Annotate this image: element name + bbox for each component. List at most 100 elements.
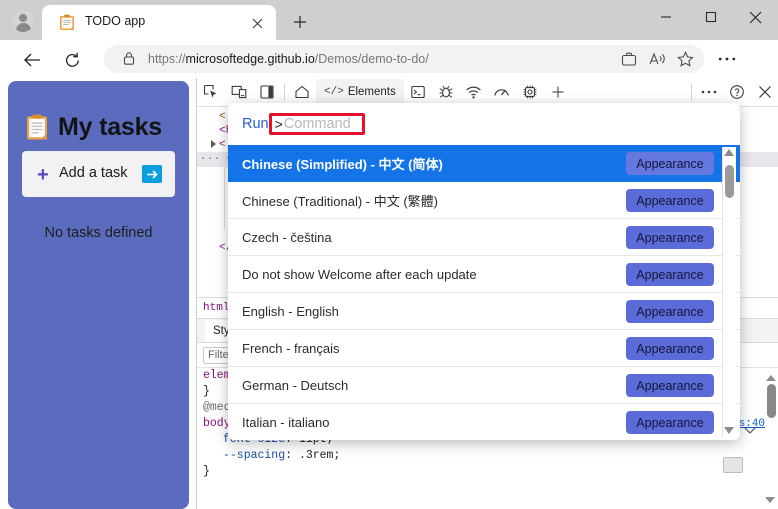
- todo-header: My tasks: [26, 106, 181, 148]
- list-item-label: French - français: [242, 340, 340, 356]
- list-item[interactable]: German - Deutsch Appearance: [228, 367, 740, 404]
- sources-debug-icon[interactable]: [432, 79, 460, 106]
- url-scheme: https://: [148, 52, 186, 66]
- close-icon: [749, 11, 762, 23]
- command-palette-input-row: Run > Command: [228, 103, 740, 145]
- command-palette[interactable]: Run > Command Chinese (Simplified) - 中文 …: [228, 103, 740, 440]
- status-badge: Appearance: [626, 226, 714, 249]
- styles-toggle-chip[interactable]: [723, 457, 743, 473]
- dom-row-menu-icon[interactable]: ···: [200, 152, 221, 167]
- command-palette-scrollbar[interactable]: [722, 147, 736, 438]
- arrow-right-icon[interactable]: [142, 165, 162, 183]
- address-bar[interactable]: https://microsoftedge.github.io/Demos/de…: [104, 45, 704, 73]
- list-item-label: German - Deutsch: [242, 377, 349, 393]
- favorite-star-icon[interactable]: [672, 49, 698, 69]
- tab-elements-label: Elements: [347, 86, 396, 98]
- url-path: /Demos/demo-to-do/: [314, 52, 429, 66]
- add-task-placeholder: Add a task: [59, 165, 128, 181]
- list-item[interactable]: Italian - italiano Appearance: [228, 404, 740, 440]
- clipboard-icon: [26, 114, 48, 141]
- list-item-label: Czech - čeština: [242, 229, 332, 245]
- new-tab-button[interactable]: [286, 9, 314, 35]
- css-rule-close-brace: }: [203, 465, 210, 478]
- home-icon[interactable]: [288, 79, 316, 106]
- clipboard-icon: [59, 14, 75, 31]
- ellipsis-horizontal-icon[interactable]: [695, 79, 723, 106]
- performance-icon[interactable]: [488, 79, 516, 106]
- scrollbar-thumb[interactable]: [724, 165, 734, 198]
- device-emulation-icon[interactable]: [225, 79, 253, 106]
- scroll-down-arrow-icon[interactable]: [765, 497, 775, 503]
- browser-settings-button[interactable]: [713, 48, 741, 70]
- list-item[interactable]: French - français Appearance: [228, 330, 740, 367]
- help-question-icon[interactable]: [723, 79, 751, 106]
- command-palette-list[interactable]: Chinese (Simplified) - 中文 (简体) Appearanc…: [228, 145, 740, 440]
- briefcase-icon[interactable]: [616, 49, 642, 69]
- close-window-button[interactable]: [733, 0, 778, 34]
- empty-state-message: No tasks defined: [44, 225, 153, 241]
- list-item[interactable]: English - English Appearance: [228, 293, 740, 330]
- window-controls: [643, 0, 778, 40]
- close-icon[interactable]: [248, 14, 266, 32]
- address-bar-url: https://microsoftedge.github.io/Demos/de…: [148, 50, 429, 68]
- minimize-icon: [660, 16, 671, 18]
- memory-icon[interactable]: [516, 79, 544, 106]
- plus-icon: +: [37, 164, 49, 186]
- inspect-element-icon[interactable]: [197, 79, 225, 106]
- close-icon[interactable]: [751, 79, 778, 106]
- reload-icon: [65, 52, 79, 67]
- avatar: [12, 10, 34, 32]
- more-tools-plus-icon[interactable]: [544, 79, 572, 106]
- css-declaration[interactable]: --spacing: .3rem;: [197, 448, 778, 464]
- list-item-label: English - English: [242, 303, 339, 319]
- command-prompt-char: >: [274, 116, 283, 132]
- console-icon[interactable]: [404, 79, 432, 106]
- scroll-down-arrow-icon[interactable]: [724, 427, 734, 434]
- expand-triangle-icon[interactable]: [211, 140, 216, 149]
- scroll-up-arrow-icon[interactable]: [766, 375, 776, 381]
- browser-window: TODO app https://microsoftedge.github.io…: [0, 0, 778, 509]
- browser-tab[interactable]: TODO app: [42, 5, 276, 40]
- page-title: My tasks: [58, 112, 163, 141]
- breadcrumb-item-html[interactable]: html: [203, 302, 229, 314]
- scrollbar-thumb[interactable]: [766, 384, 776, 418]
- status-badge: Appearance: [626, 374, 714, 397]
- dock-side-icon[interactable]: [253, 79, 281, 106]
- status-badge: Appearance: [626, 152, 714, 175]
- list-item-label: Chinese (Simplified) - 中文 (简体): [242, 156, 443, 172]
- list-item-label: Chinese (Traditional) - 中文 (繁體): [242, 193, 439, 209]
- list-item[interactable]: Czech - čeština Appearance: [228, 219, 740, 256]
- todo-app-card: My tasks + Add a task No tasks defined: [8, 81, 189, 509]
- network-icon[interactable]: [460, 79, 488, 106]
- status-badge: Appearance: [626, 300, 714, 323]
- command-input[interactable]: > Command: [268, 113, 365, 135]
- ellipsis-horizontal-icon: [718, 57, 736, 61]
- plus-icon: [294, 16, 306, 28]
- back-button[interactable]: [20, 48, 44, 72]
- list-item-label: Do not show Welcome after each update: [242, 266, 477, 282]
- maximize-button[interactable]: [688, 0, 733, 34]
- tab-elements[interactable]: </> Elements: [316, 78, 404, 106]
- run-label: Run: [242, 116, 269, 132]
- devtools-scrollbar[interactable]: [765, 375, 777, 505]
- profile-button[interactable]: [6, 6, 40, 36]
- devtools-toolbar-right: [688, 79, 778, 106]
- tab-title: TODO app: [85, 14, 146, 28]
- status-badge: Appearance: [626, 189, 714, 212]
- css-property-value: .3rem;: [298, 449, 341, 462]
- url-host: microsoftedge.github.io: [185, 52, 315, 66]
- lock-icon[interactable]: [122, 51, 138, 67]
- chevron-down-icon[interactable]: [743, 425, 757, 439]
- maximize-icon: [705, 11, 716, 23]
- devtools-scroll-down-button[interactable]: [765, 497, 775, 503]
- list-item[interactable]: Chinese (Traditional) - 中文 (繁體) Appearan…: [228, 182, 740, 219]
- minimize-button[interactable]: [643, 0, 688, 34]
- read-aloud-icon[interactable]: [644, 49, 670, 69]
- command-input-placeholder: Command: [283, 116, 351, 132]
- list-item[interactable]: Chinese (Simplified) - 中文 (简体) Appearanc…: [228, 145, 740, 182]
- toolbar-divider-right: [691, 83, 692, 101]
- list-item[interactable]: Do not show Welcome after each update Ap…: [228, 256, 740, 293]
- add-task-input[interactable]: + Add a task: [22, 151, 175, 197]
- status-badge: Appearance: [626, 337, 714, 360]
- reload-button[interactable]: [60, 48, 84, 72]
